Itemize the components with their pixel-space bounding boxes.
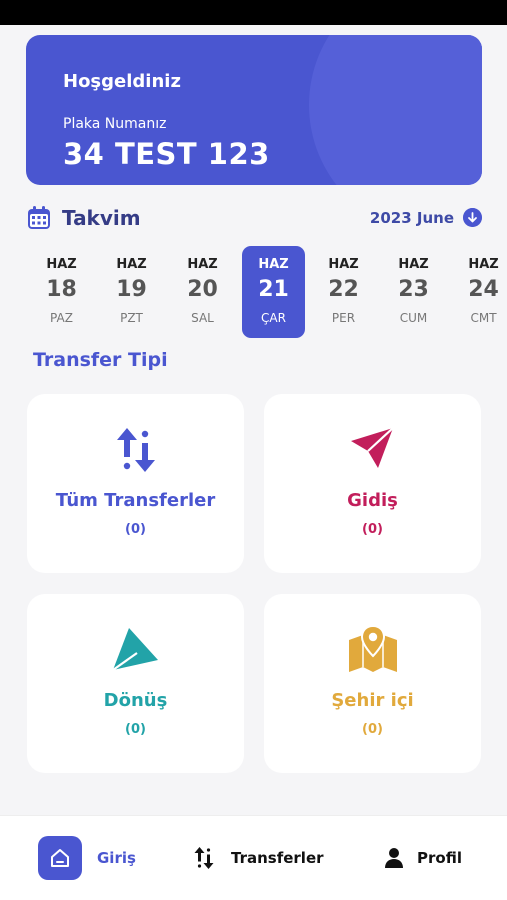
plate-number: 34 TEST 123: [63, 137, 270, 171]
transfer-card-count: (0): [125, 522, 146, 537]
day-item[interactable]: HAZ 20 SAL: [171, 246, 234, 338]
day-strip: HAZ 18 PAZ HAZ 19 PZT HAZ 20 SAL HAZ 21 …: [0, 246, 507, 338]
day-month: HAZ: [468, 257, 499, 272]
day-number: 19: [116, 277, 147, 302]
bottom-nav: Giriş Transferler Profil: [0, 815, 507, 900]
day-item[interactable]: HAZ 18 PAZ: [30, 246, 93, 338]
welcome-card: Hoşgeldiniz Plaka Numanız 34 TEST 123: [26, 35, 482, 185]
month-selector-label[interactable]: 2023 June: [370, 209, 454, 227]
person-icon: [385, 848, 403, 868]
home-icon: [51, 849, 69, 867]
day-month: HAZ: [258, 257, 289, 272]
swap-arrows-icon: [194, 847, 214, 869]
day-month: HAZ: [328, 257, 359, 272]
day-weekday: PZT: [120, 311, 143, 325]
transfer-card-count: (0): [362, 722, 383, 737]
day-item-selected[interactable]: HAZ 21 ÇAR: [242, 246, 305, 338]
day-item[interactable]: HAZ 19 PZT: [100, 246, 163, 338]
day-month: HAZ: [116, 257, 147, 272]
day-item[interactable]: HAZ 22 PER: [312, 246, 375, 338]
welcome-title: Hoşgeldiniz: [63, 71, 181, 92]
day-month: HAZ: [46, 257, 77, 272]
day-weekday: ÇAR: [261, 311, 286, 325]
calendar-header: Takvim 2023 June: [26, 204, 482, 232]
transfer-card-count: (0): [362, 522, 383, 537]
transfer-card-label: Gidiş: [347, 490, 398, 511]
day-number: 23: [398, 277, 429, 302]
transfer-type-title: Transfer Tipi: [33, 349, 168, 371]
day-number: 21: [258, 277, 289, 302]
transfer-card-label: Dönüş: [103, 690, 168, 711]
day-item[interactable]: HAZ 24 CMT: [452, 246, 507, 338]
day-weekday: SAL: [191, 311, 214, 325]
return-arrow-icon: [112, 628, 158, 671]
chevron-down-icon[interactable]: [463, 208, 482, 227]
nav-profile[interactable]: Profil: [384, 836, 462, 880]
transfer-card-return[interactable]: Dönüş (0): [27, 594, 244, 773]
day-number: 20: [187, 277, 218, 302]
day-number: 22: [328, 277, 359, 302]
day-weekday: PER: [331, 311, 356, 325]
day-weekday: CMT: [470, 311, 497, 325]
day-number: 18: [46, 277, 77, 302]
plate-label: Plaka Numanız: [63, 116, 167, 132]
nav-transfers[interactable]: Transferler: [190, 836, 324, 880]
swap-arrows-icon: [117, 428, 155, 472]
day-item[interactable]: HAZ 23 CUM: [382, 246, 445, 338]
nav-transfers-label: Transferler: [231, 849, 324, 867]
map-pin-icon: [349, 624, 397, 672]
transfer-card-label: Tüm Transferler: [55, 490, 216, 511]
transfer-card-departure[interactable]: Gidiş (0): [264, 394, 481, 573]
day-weekday: PAZ: [50, 311, 73, 325]
day-month: HAZ: [187, 257, 218, 272]
home-icon-box: [38, 836, 82, 880]
calendar-icon: [28, 206, 50, 229]
status-bar: [0, 0, 507, 25]
welcome-card-decoration: [309, 35, 482, 185]
send-arrow-icon: [351, 427, 394, 468]
transfer-card-city[interactable]: Şehir içi (0): [264, 594, 481, 773]
nav-home[interactable]: Giriş: [38, 836, 136, 880]
transfer-card-label: Şehir içi: [331, 690, 414, 711]
calendar-title: Takvim: [62, 206, 141, 230]
nav-profile-label: Profil: [417, 849, 462, 867]
transfer-card-all[interactable]: Tüm Transferler (0): [27, 394, 244, 573]
day-weekday: CUM: [399, 311, 428, 325]
day-number: 24: [468, 277, 499, 302]
nav-home-label: Giriş: [97, 849, 136, 867]
transfer-card-count: (0): [125, 722, 146, 737]
day-month: HAZ: [398, 257, 429, 272]
